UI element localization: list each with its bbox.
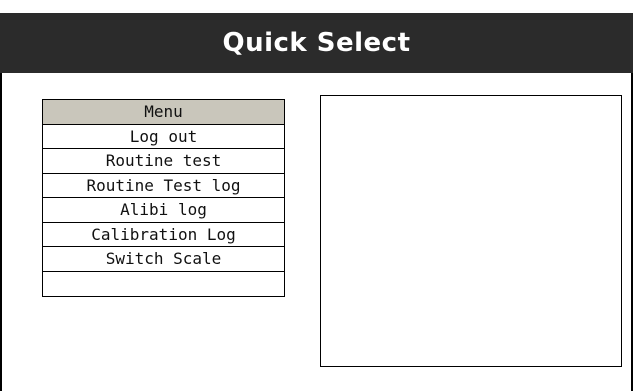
menu-item-alibi-log[interactable]: Alibi log [43, 198, 284, 223]
menu-item-log-out[interactable]: Log out [43, 125, 284, 149]
menu-list: Menu Log out Routine test Routine Test l… [42, 99, 285, 297]
title-bar: Quick Select [0, 13, 633, 73]
menu-item-routine-test-log[interactable]: Routine Test log [43, 174, 284, 198]
menu-item-routine-test[interactable]: Routine test [43, 149, 284, 174]
preview-panel [320, 95, 622, 367]
menu-item-switch-scale[interactable]: Switch Scale [43, 247, 284, 272]
screen-title: Quick Select [222, 28, 411, 58]
menu-item-calibration-log[interactable]: Calibration Log [43, 223, 284, 247]
menu-header: Menu [43, 100, 284, 125]
quick-select-screen: Quick Select Menu Log out Routine test R… [0, 0, 633, 391]
menu-item-empty[interactable] [43, 272, 284, 297]
